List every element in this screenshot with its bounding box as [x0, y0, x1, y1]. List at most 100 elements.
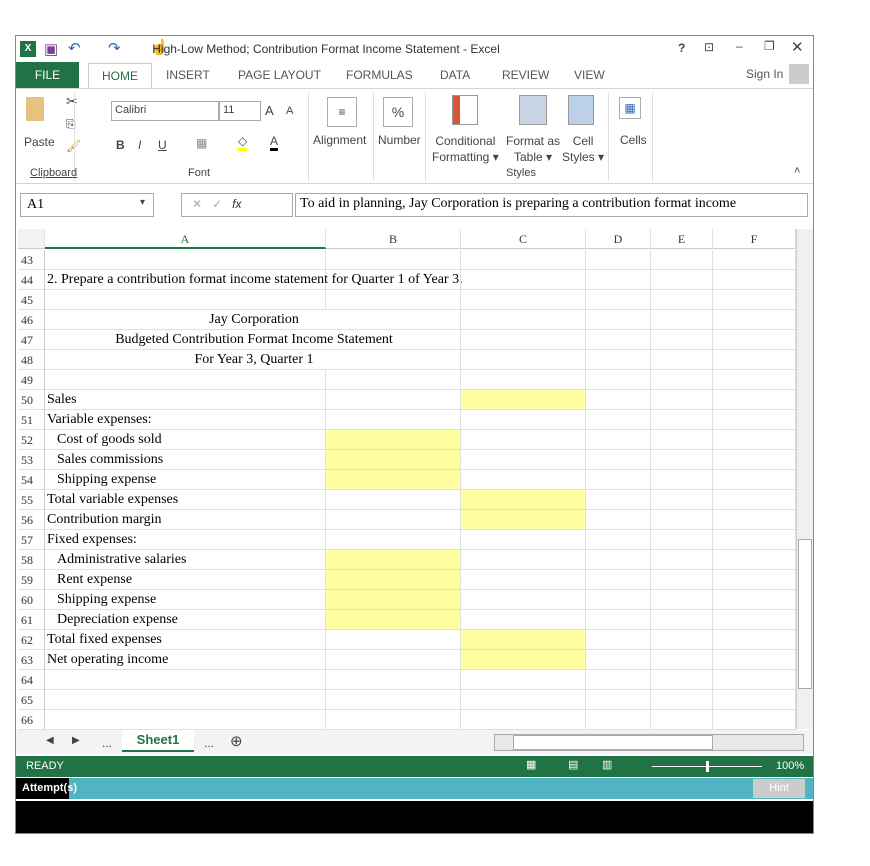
cell-d52[interactable]: [586, 430, 651, 450]
cell-d56[interactable]: [586, 510, 651, 530]
tab-home[interactable]: HOME: [88, 63, 152, 89]
cell-b58[interactable]: [326, 550, 461, 570]
cell-b64[interactable]: [326, 670, 461, 690]
cells-icon[interactable]: ▦: [619, 97, 641, 119]
cell-d47[interactable]: [586, 330, 651, 350]
cell-e64[interactable]: [651, 670, 713, 690]
next-sheet-icon[interactable]: ▶: [72, 735, 80, 746]
cell-f56[interactable]: [713, 510, 796, 530]
underline-button[interactable]: U: [158, 138, 167, 152]
name-box[interactable]: A1: [20, 193, 154, 217]
cell-c63[interactable]: [461, 650, 586, 670]
cell-e55[interactable]: [651, 490, 713, 510]
cell-f50[interactable]: [713, 390, 796, 410]
sheet-ellipsis-right[interactable]: ...: [204, 736, 214, 750]
cell-f58[interactable]: [713, 550, 796, 570]
cell-a53[interactable]: Sales commissions: [45, 450, 326, 470]
row-header[interactable]: 66: [18, 710, 45, 730]
cell-c59[interactable]: [461, 570, 586, 590]
cell-a64[interactable]: [45, 670, 326, 690]
cell-c46[interactable]: [461, 310, 586, 330]
italic-button[interactable]: I: [138, 138, 141, 152]
collapse-ribbon-icon[interactable]: ˄: [794, 165, 800, 177]
cell-e61[interactable]: [651, 610, 713, 630]
cell-a54[interactable]: Shipping expense: [45, 470, 326, 490]
chevron-down-icon[interactable]: ▾: [140, 197, 145, 208]
row-header[interactable]: 45: [18, 290, 45, 310]
row-header[interactable]: 63: [18, 650, 45, 670]
sheet-ellipsis[interactable]: ...: [102, 736, 112, 750]
cell-c48[interactable]: [461, 350, 586, 370]
page-layout-view-icon[interactable]: ▤: [568, 758, 578, 771]
tab-insert[interactable]: INSERT: [166, 68, 210, 82]
cell-b53[interactable]: [326, 450, 461, 470]
cell-d63[interactable]: [586, 650, 651, 670]
format-as-table-icon[interactable]: [519, 95, 547, 125]
cell-e49[interactable]: [651, 370, 713, 390]
font-size-select[interactable]: 11: [219, 101, 261, 121]
cell-f46[interactable]: [713, 310, 796, 330]
tab-view[interactable]: VIEW: [574, 68, 605, 82]
cell-e53[interactable]: [651, 450, 713, 470]
cell-b63[interactable]: [326, 650, 461, 670]
cell-e60[interactable]: [651, 590, 713, 610]
alignment-icon[interactable]: ≡: [327, 97, 357, 127]
conditional-formatting-button[interactable]: Conditional Formatting ▾: [432, 133, 499, 165]
cell-c51[interactable]: [461, 410, 586, 430]
cell-f63[interactable]: [713, 650, 796, 670]
cell-d54[interactable]: [586, 470, 651, 490]
cell-f45[interactable]: [713, 290, 796, 310]
cell-c60[interactable]: [461, 590, 586, 610]
tab-page-layout[interactable]: PAGE LAYOUT: [238, 68, 321, 82]
cancel-icon[interactable]: ✕: [192, 197, 202, 211]
add-sheet-icon[interactable]: ⊕: [230, 732, 243, 750]
row-header[interactable]: 51: [18, 410, 45, 430]
cell-d64[interactable]: [586, 670, 651, 690]
cell-a62[interactable]: Total fixed expenses: [45, 630, 326, 650]
row-header[interactable]: 48: [18, 350, 45, 370]
cell-d43[interactable]: [586, 250, 651, 270]
cell-b49[interactable]: [326, 370, 461, 390]
cell-a46[interactable]: Jay Corporation: [45, 310, 461, 330]
cell-a44[interactable]: 2. Prepare a contribution format income …: [45, 270, 463, 290]
cell-f47[interactable]: [713, 330, 796, 350]
cell-a56[interactable]: Contribution margin: [45, 510, 326, 530]
cell-c54[interactable]: [461, 470, 586, 490]
cell-e58[interactable]: [651, 550, 713, 570]
cell-e54[interactable]: [651, 470, 713, 490]
cell-e63[interactable]: [651, 650, 713, 670]
avatar[interactable]: [789, 64, 809, 84]
tab-formulas[interactable]: FORMULAS: [346, 68, 413, 82]
cell-f55[interactable]: [713, 490, 796, 510]
cell-b62[interactable]: [326, 630, 461, 650]
cell-b44[interactable]: [326, 270, 461, 290]
cell-b61[interactable]: [326, 610, 461, 630]
horizontal-scrollbar[interactable]: [494, 734, 804, 751]
borders-icon[interactable]: ▦: [196, 136, 207, 150]
cell-a50[interactable]: Sales: [45, 390, 326, 410]
row-header[interactable]: 64: [18, 670, 45, 690]
scrollbar-thumb[interactable]: [513, 735, 713, 750]
minimize-icon[interactable]: –: [736, 39, 743, 53]
row-header[interactable]: 49: [18, 370, 45, 390]
cell-c57[interactable]: [461, 530, 586, 550]
help-button[interactable]: ?: [678, 41, 685, 55]
cell-f61[interactable]: [713, 610, 796, 630]
cell-d48[interactable]: [586, 350, 651, 370]
fill-color-icon[interactable]: ◇: [238, 134, 248, 151]
cell-c61[interactable]: [461, 610, 586, 630]
cell-a60[interactable]: Shipping expense: [45, 590, 326, 610]
cell-f43[interactable]: [713, 250, 796, 270]
row-header[interactable]: 60: [18, 590, 45, 610]
cell-e66[interactable]: [651, 710, 713, 730]
cell-a49[interactable]: [45, 370, 326, 390]
row-header[interactable]: 50: [18, 390, 45, 410]
cell-d49[interactable]: [586, 370, 651, 390]
paste-button[interactable]: Paste: [24, 135, 55, 149]
cell-e45[interactable]: [651, 290, 713, 310]
cell-c55[interactable]: [461, 490, 586, 510]
page-break-view-icon[interactable]: ▥: [602, 758, 612, 771]
cell-e59[interactable]: [651, 570, 713, 590]
cell-c49[interactable]: [461, 370, 586, 390]
cell-a48[interactable]: For Year 3, Quarter 1: [45, 350, 461, 370]
